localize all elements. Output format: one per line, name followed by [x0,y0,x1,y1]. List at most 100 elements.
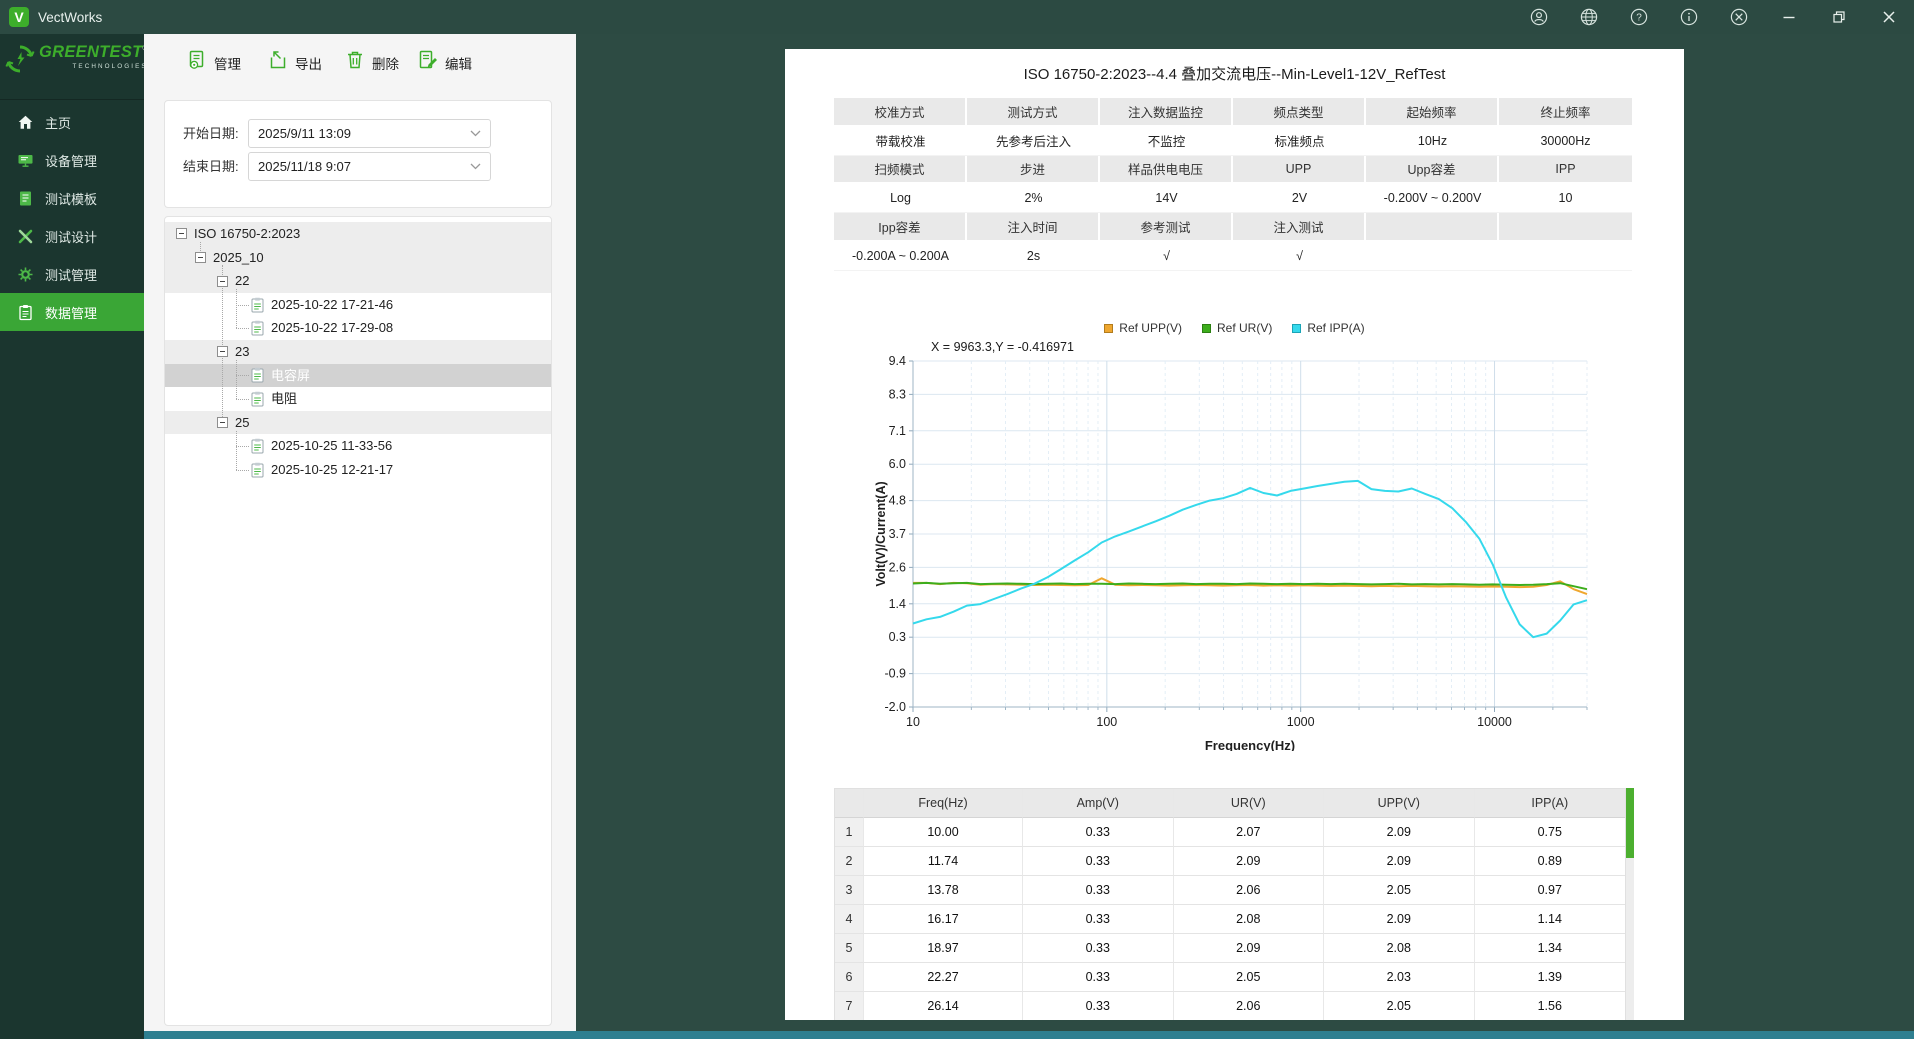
param-cell: 注入时间 [967,213,1100,242]
svg-text:0.3: 0.3 [889,630,906,644]
report-icon [251,391,264,407]
network-icon[interactable] [1564,0,1614,34]
info-icon[interactable] [1664,0,1714,34]
table-cell: 6 [835,963,864,992]
svg-text:Frequency(Hz): Frequency(Hz) [1205,738,1295,751]
sidebar-item-home[interactable]: 主页 [0,103,144,141]
svg-text:8.3: 8.3 [889,387,906,401]
param-cell: 测试方式 [967,98,1100,127]
param-cell: 30000Hz [1499,127,1632,156]
start-date-label: 开始日期: [183,119,239,148]
table-cell: 1.56 [1475,992,1626,1020]
table-cell: 2.08 [1174,905,1325,934]
tree-expand-toggle[interactable] [217,276,228,287]
close-icon[interactable] [1864,0,1914,34]
tree-expand-toggle[interactable] [217,417,228,428]
tree-item-label: 2025-10-25 11-33-56 [271,434,392,458]
param-row: Log2%14V2V-0.200V ~ 0.200V10 [834,184,1632,213]
legend-item: Ref UPP(V) [1104,321,1182,335]
table-cell: 26.14 [864,992,1023,1020]
param-cell: 带载校准 [834,127,967,156]
sidebar-item-label: 主页 [45,113,71,132]
sidebar-item-data[interactable]: 数据管理 [0,293,144,331]
chevron-down-icon[interactable] [470,163,481,170]
sidebar-item-manage[interactable]: 测试管理 [0,255,144,293]
sidebar-item-label: 设备管理 [45,151,97,170]
param-cell [1499,242,1632,271]
param-cell: Ipp容差 [834,213,967,242]
end-date-input[interactable] [249,158,470,175]
table-scrollbar-thumb[interactable] [1626,788,1634,858]
param-cell: Upp容差 [1366,156,1499,185]
svg-text:-0.9: -0.9 [884,667,906,681]
tree-item-label: 23 [235,340,249,364]
end-date-picker[interactable] [248,152,491,181]
toolbar-button-label: 删除 [372,53,399,73]
tools-icon[interactable] [1714,0,1764,34]
table-cell: 0.75 [1475,818,1626,847]
tree-item[interactable]: 2025-10-25 12-21-17 [165,458,551,482]
report-icon [251,367,264,383]
brand-text: GREENTEST® TECHNOLOGIES [39,44,148,99]
table-cell: 2.09 [1324,847,1475,876]
export-icon [267,49,289,76]
tree-expand-toggle[interactable] [176,228,187,239]
start-date-input[interactable] [249,125,470,142]
param-cell: 注入测试 [1233,213,1366,242]
minimize-icon[interactable] [1764,0,1814,34]
edit-button[interactable]: 编辑 [417,49,472,76]
param-cell: 扫频模式 [834,156,967,185]
parameter-table: 校准方式测试方式注入数据监控频点类型起始频率终止频率带载校准先参考后注入不监控标… [834,98,1632,271]
tree-item[interactable]: 2025-10-25 11-33-56 [165,434,551,458]
param-row: Ipp容差注入时间参考测试注入测试 [834,213,1632,242]
svg-text:10000: 10000 [1477,715,1512,729]
table-scrollbar[interactable] [1626,788,1634,1020]
tree-connector [236,375,249,376]
tree-expand-toggle[interactable] [195,252,206,263]
svg-text:2.6: 2.6 [889,560,906,574]
param-cell: 10 [1499,184,1632,213]
table-cell: 0.89 [1475,847,1626,876]
table-cell: 2.09 [1174,847,1325,876]
svg-text:1.4: 1.4 [889,597,906,611]
sidebar-item-template[interactable]: 测试模板 [0,179,144,217]
app-logo-icon: V [9,7,29,27]
param-cell: 2s [967,242,1100,271]
svg-text:9.4: 9.4 [889,354,906,368]
table-cell: 22.27 [864,963,1023,992]
tree-item-label: 电容屏 [271,364,310,388]
sidebar-item-design[interactable]: 测试设计 [0,217,144,255]
chevron-down-icon[interactable] [470,130,481,137]
restore-icon[interactable] [1814,0,1864,34]
param-row: -0.200A ~ 0.200A2s√√ [834,242,1632,271]
legend-label: Ref UR(V) [1217,321,1272,335]
svg-text:1000: 1000 [1287,715,1315,729]
sidebar-item-device[interactable]: 设备管理 [0,141,144,179]
delete-button[interactable]: 删除 [344,49,399,76]
frequency-response-chart[interactable]: 9.48.37.16.04.83.72.61.40.3-0.9-2.010100… [873,351,1597,751]
tree-item-label: 电阻 [271,387,297,411]
param-cell: 频点类型 [1233,98,1366,127]
toolbar-button-label: 管理 [214,53,241,73]
table-cell: 13.78 [864,876,1023,905]
manage-button[interactable]: 管理 [186,49,241,76]
results-tree: ISO 16750-2:20232025_10222025-10-22 17-2… [165,217,551,1025]
user-icon[interactable] [1514,0,1564,34]
table-row: 211.740.332.092.090.89 [835,847,1625,876]
svg-text:?: ? [1636,13,1642,24]
param-cell [1499,213,1632,242]
help-icon[interactable]: ? [1614,0,1664,34]
table-cell: 0.33 [1023,876,1174,905]
report-page: ISO 16750-2:2023--4.4 叠加交流电压--Min-Level1… [785,49,1684,1020]
table-header-cell [835,789,864,818]
start-date-picker[interactable] [248,119,491,148]
chart-legend: Ref UPP(V)Ref UR(V)Ref IPP(A) [785,321,1684,335]
param-cell: 先参考后注入 [967,127,1100,156]
table-cell: 2.06 [1174,876,1325,905]
gear-icon [17,266,34,283]
tree-expand-toggle[interactable] [217,346,228,357]
tree-connector [236,431,237,470]
delete-icon [344,49,366,76]
export-button[interactable]: 导出 [267,49,322,76]
tree-item[interactable]: ISO 16750-2:2023 [165,222,551,246]
